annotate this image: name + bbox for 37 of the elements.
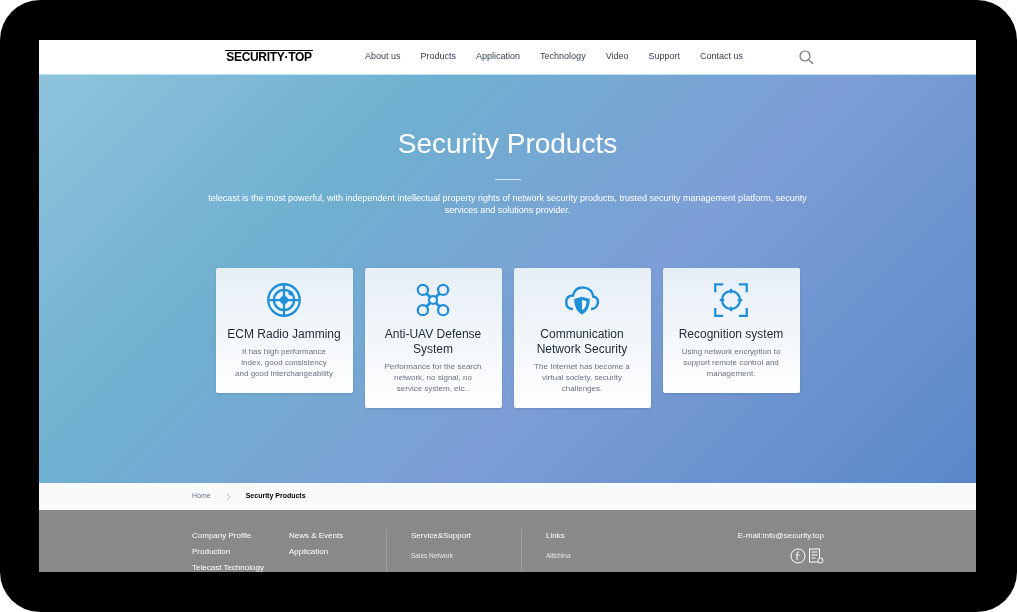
footer-link[interactable]: News & Events (289, 530, 386, 542)
product-card[interactable]: ECM Radio Jamming It has high performance index, good consistency and good interchangeability (215, 268, 353, 393)
scan-frame-icon (713, 282, 749, 318)
card-text: The Internet has become a virtual society, security challenges. (533, 361, 631, 394)
nav-link[interactable]: Technology (540, 50, 586, 64)
nav-link[interactable]: Products (420, 50, 457, 64)
nav-link[interactable]: About us (365, 50, 401, 64)
footer-link[interactable]: Application (289, 546, 386, 558)
chevron-icon (225, 492, 231, 501)
footer-heading: Links (546, 530, 566, 542)
social-icon[interactable] (790, 548, 806, 564)
target-icon (266, 282, 302, 318)
intro-text: telecast is the most powerful, with independent intellectual property rights of network security products, trusted security management platform, security services and solutions provider. (207, 192, 808, 216)
product-card[interactable]: Anti-UAV Defense System Performance for the search network, no signal, no service system, etc.. (364, 268, 502, 408)
footer-link[interactable]: Telecast Technology (192, 562, 289, 572)
nav-link[interactable]: Contact us (700, 50, 744, 64)
page-title: Security Products (397, 127, 618, 161)
card-text: Performance for the search network, no signal, no service system, etc.. (383, 361, 483, 394)
logo[interactable]: SECURITY·TOP (225, 50, 313, 64)
email-text: E-mail:info@security.top (737, 530, 824, 542)
nav-link[interactable]: Support (648, 50, 681, 64)
card-title: Communication Network Security (535, 327, 629, 357)
nav-link[interactable]: Video (605, 50, 629, 64)
drone-icon (415, 282, 451, 318)
product-card[interactable]: Communication Network Security The Internet has become a virtual society, security challenges. (513, 268, 651, 408)
card-text: It has high performance index, good consistency and good interchangeability (234, 346, 334, 379)
footer-link[interactable]: Production (192, 546, 289, 558)
footer-link[interactable]: Company Profile (192, 530, 289, 542)
product-card[interactable]: Recognition system Using network encryption to support remote control and management. (662, 268, 800, 393)
card-title: ECM Radio Jamming (227, 327, 341, 342)
search-icon[interactable] (799, 49, 814, 65)
card-title: Recognition system (678, 327, 784, 342)
footer-heading: Service&Support (411, 530, 473, 542)
card-title: Anti-UAV Defense System (383, 327, 483, 357)
document-gear-icon[interactable] (808, 548, 824, 564)
nav-link[interactable]: Application (476, 50, 521, 64)
card-text: Using network encryption to support remote control and management. (681, 346, 781, 379)
